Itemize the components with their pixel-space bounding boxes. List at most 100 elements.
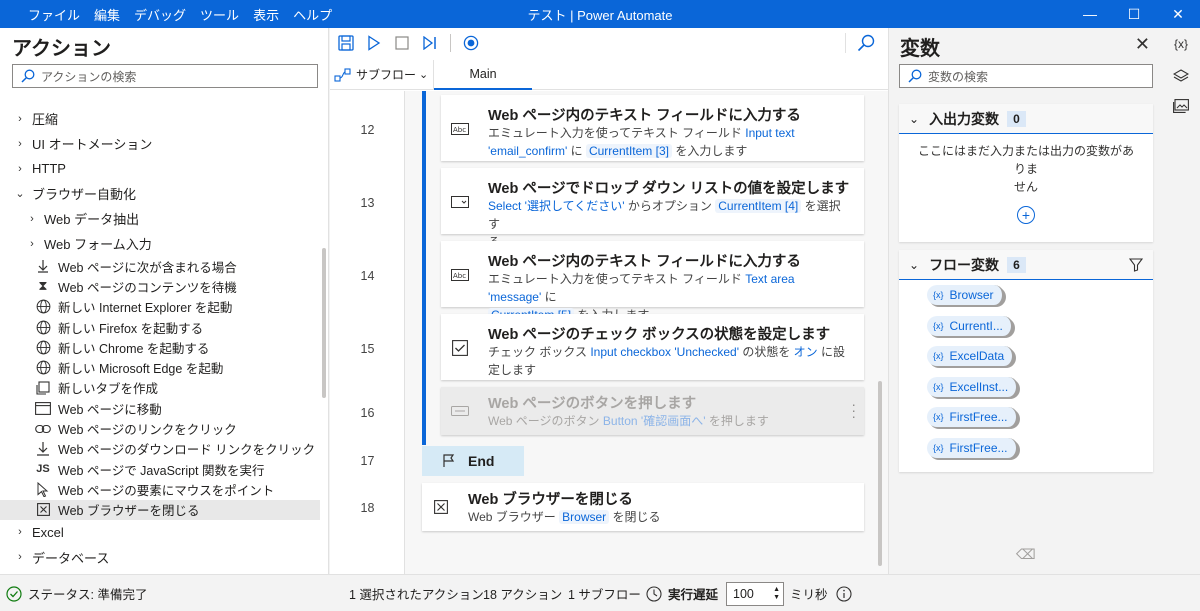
action-item[interactable]: 新しい Firefox を起動する [0, 317, 320, 337]
tree-group-web-form-fill[interactable]: › Web フォーム入力 [0, 231, 320, 256]
action-tree: › 圧縮 › UI オートメーション › HTTP ⌄ ブラウザー自動化 › Web デー… [0, 106, 320, 570]
menu-file[interactable]: ファイル [28, 5, 80, 24]
action-item-label: Web ページの要素にマウスをポイント [58, 483, 275, 498]
variable-row[interactable]: {x} FirstFree... [899, 433, 1153, 464]
variables-icon[interactable]: {x} [1166, 32, 1196, 56]
action-item[interactable]: Web ページに次が含まれる場合 [0, 256, 320, 276]
action-step-16[interactable]: Web ページのボタンを押します Web ページのボタン Button '確認画… [441, 387, 864, 435]
action-item-label: Web ページのコンテンツを待機 [58, 280, 237, 295]
menu-tools[interactable]: ツール [200, 5, 239, 24]
run-delay-input[interactable]: 100 ▲ ▼ [726, 581, 785, 606]
close-icon[interactable]: ✕ [1156, 0, 1200, 28]
text-field-icon: Abc [451, 267, 469, 283]
actions-scrollbar[interactable] [322, 248, 326, 398]
editor-scrollbar[interactable] [878, 381, 882, 566]
variable-icon: {x} [933, 412, 944, 423]
tree-group-ui-automation[interactable]: › UI オートメーション [0, 131, 320, 156]
chevron-right-icon: › [30, 237, 34, 250]
action-step-15[interactable]: Web ページのチェック ボックスの状態を設定します チェック ボックス Inp… [441, 314, 864, 380]
action-item[interactable]: Web ページのダウンロード リンクをクリック [0, 439, 320, 459]
menu-help[interactable]: ヘルプ [293, 5, 332, 24]
variable-name: ExcelInst... [949, 379, 1009, 394]
variable-name: Browser [949, 288, 994, 303]
action-item[interactable]: 新しい Microsoft Edge を起動 [0, 357, 320, 377]
tree-group-database[interactable]: › データベース [0, 545, 320, 570]
action-item[interactable]: Web ページのリンクをクリック [0, 418, 320, 438]
run-icon[interactable] [360, 29, 388, 57]
action-item-label: Web ページのリンクをクリック [58, 423, 237, 438]
action-step-13[interactable]: Web ページでドロップ ダウン リストの値を設定します Select '選択し… [441, 168, 864, 249]
variable-row[interactable]: {x} ExcelInst... [899, 372, 1153, 403]
action-item[interactable]: Web ページに移動 [0, 398, 320, 418]
more-options-icon[interactable]: · · · [851, 397, 856, 423]
variable-row[interactable]: {x} Browser [899, 280, 1153, 311]
chevron-right-icon: › [18, 137, 22, 150]
step-title: Web ページのチェック ボックスの状態を設定します [488, 327, 831, 343]
flow-editor: サブフロー ⌄ Main 12 13 14 15 16 17 18 Abc We… [330, 28, 888, 574]
end-block[interactable]: End [422, 446, 524, 476]
action-count: 18 アクション [483, 588, 563, 602]
action-step-18[interactable]: Web ブラウザーを閉じる Web ブラウザー Browser を閉じる [422, 483, 864, 531]
step-title: Web ページのボタンを押します [488, 396, 697, 412]
variable-row[interactable]: {x} FirstFree... [899, 402, 1153, 433]
chevron-down-icon: ⌄ [909, 257, 920, 272]
close-browser-icon [432, 499, 450, 515]
run-next-action-icon[interactable] [416, 29, 444, 57]
action-search-input[interactable]: アクションの検索 [12, 64, 318, 88]
menu-view[interactable]: 表示 [253, 5, 279, 24]
record-icon[interactable] [457, 29, 485, 57]
tree-group-excel[interactable]: › Excel [0, 520, 320, 545]
tree-group-label: HTTP [32, 161, 66, 176]
tab-main[interactable]: Main [434, 60, 532, 90]
close-icon[interactable]: ✕ [1135, 34, 1150, 55]
action-item[interactable]: ⧗ Web ページのコンテンツを待機 [0, 276, 320, 296]
eraser-icon[interactable]: ⌫ [1016, 546, 1036, 563]
step-title: Web ブラウザーを閉じる [468, 492, 633, 508]
chevron-right-icon: › [18, 162, 22, 175]
clock-icon [646, 585, 662, 602]
editor-toolbar [330, 28, 888, 58]
variable-row[interactable]: {x} ExcelData [899, 341, 1153, 372]
globe-icon [33, 299, 53, 315]
menu-debug[interactable]: デバッグ [134, 5, 186, 24]
io-variables-header[interactable]: ⌄ 入出力変数 0 [899, 104, 1153, 134]
minimize-icon[interactable]: — [1068, 0, 1112, 28]
info-icon[interactable] [835, 585, 852, 602]
action-item[interactable]: 新しい Chrome を起動する [0, 337, 320, 357]
images-icon[interactable] [1166, 94, 1196, 118]
variable-icon: {x} [933, 351, 944, 362]
line-number: 13 [360, 196, 375, 210]
flow-variables-header[interactable]: ⌄ フロー変数 6 [899, 250, 1153, 280]
action-step-14[interactable]: Abc Web ページ内のテキスト フィールドに入力する エミュレート入力を使っ… [441, 241, 864, 322]
action-item[interactable]: 新しいタブを作成 [0, 378, 320, 398]
variable-row[interactable]: {x} CurrentI... [899, 311, 1153, 342]
flow-variables-section: ⌄ フロー変数 6 {x} Browser {x} CurrentI... {x} E… [899, 250, 1153, 472]
tree-group-compress[interactable]: › 圧縮 [0, 106, 320, 131]
search-icon [21, 69, 35, 83]
status-indicator: ステータス: 準備完了 [6, 575, 147, 611]
action-item[interactable]: JS Web ページで JavaScript 関数を実行 [0, 459, 320, 479]
hourglass-icon: ⧗ [38, 278, 48, 294]
download-icon [33, 441, 53, 457]
filter-icon[interactable] [1129, 257, 1143, 272]
search-icon[interactable] [852, 29, 880, 57]
action-item-selected[interactable]: Web ブラウザーを閉じる [0, 499, 320, 520]
variable-search-input[interactable]: 変数の検索 [899, 64, 1153, 88]
spinner-icon[interactable]: ▲ ▼ [773, 586, 783, 602]
subflow-dropdown[interactable]: サブフロー ⌄ [330, 59, 434, 90]
action-item[interactable]: 新しい Internet Explorer を起動 [0, 297, 320, 317]
add-variable-icon[interactable]: + [1017, 206, 1035, 224]
menu-edit[interactable]: 編集 [94, 5, 120, 24]
variables-panel-title: 変数 [900, 38, 940, 60]
action-item-label: 新しい Firefox を起動する [58, 321, 204, 336]
tree-group-browser-automation[interactable]: ⌄ ブラウザー自動化 [0, 181, 320, 206]
action-item[interactable]: Web ページの要素にマウスをポイント [0, 479, 320, 499]
action-step-12[interactable]: Abc Web ページ内のテキスト フィールドに入力する エミュレート入力を使っ… [441, 95, 864, 161]
tree-group-web-data-extract[interactable]: › Web データ抽出 [0, 206, 320, 231]
save-icon[interactable] [332, 29, 360, 57]
action-item-label: 新しい Internet Explorer を起動 [58, 301, 233, 316]
tree-group-http[interactable]: › HTTP [0, 156, 320, 181]
layers-icon[interactable] [1166, 64, 1196, 88]
stop-icon[interactable] [388, 29, 416, 57]
maximize-icon[interactable]: ☐ [1112, 0, 1156, 28]
